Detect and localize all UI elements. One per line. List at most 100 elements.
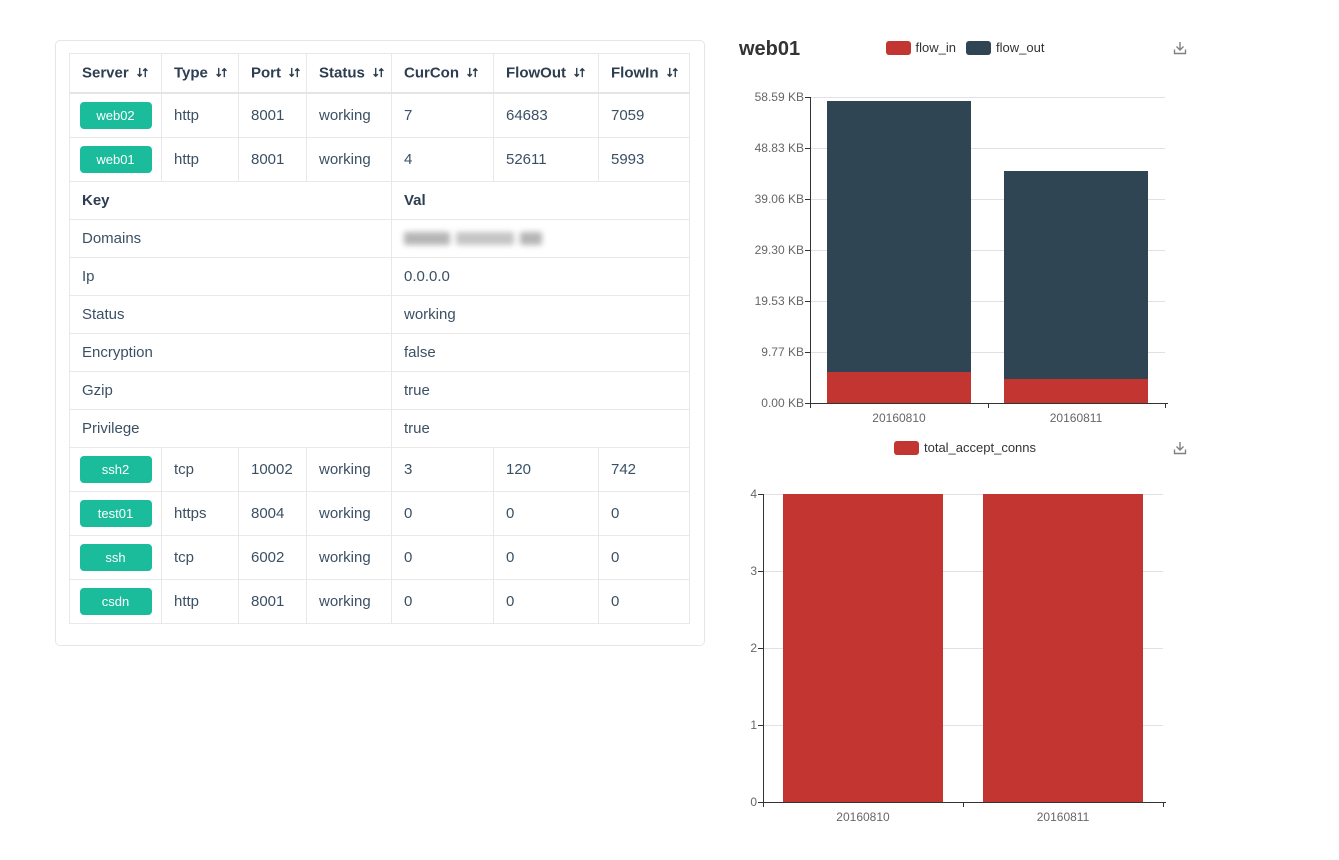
cell-port: 8001 <box>239 137 307 181</box>
cell-flowin: 742 <box>599 447 690 491</box>
cell-status: working <box>307 93 392 138</box>
y-axis-label: 2 <box>730 641 757 655</box>
detail-value: working <box>392 295 690 333</box>
dashboard-page: Server Type Port Status CurCon FlowOut F… <box>0 0 1339 860</box>
detail-val-header: Val <box>392 181 690 219</box>
x-axis-label: 20160811 <box>1016 411 1136 425</box>
redacted-domain-value <box>404 232 542 245</box>
cell-status: working <box>307 491 392 535</box>
detail-row-domains: Domains <box>70 219 690 257</box>
col-header-flowout[interactable]: FlowOut <box>494 54 599 93</box>
y-axis-label: 3 <box>730 564 757 578</box>
col-header-port[interactable]: Port <box>239 54 307 93</box>
detail-row-status: Status working <box>70 295 690 333</box>
sort-icon <box>372 66 385 79</box>
cell-flowin: 0 <box>599 535 690 579</box>
bar-flow_in-20160811[interactable] <box>1004 379 1148 403</box>
detail-row-privilege: Privilege true <box>70 409 690 447</box>
y-axis-label: 0.00 KB <box>730 396 804 410</box>
cell-port: 10002 <box>239 447 307 491</box>
sort-icon <box>215 66 228 79</box>
server-badge[interactable]: test01 <box>80 500 152 527</box>
y-axis-label: 4 <box>730 487 757 501</box>
cell-type: https <box>162 491 239 535</box>
y-axis-label: 39.06 KB <box>730 192 804 206</box>
y-axis-label: 9.77 KB <box>730 345 804 359</box>
col-header-label: Type <box>174 65 208 82</box>
cell-status: working <box>307 535 392 579</box>
server-table: Server Type Port Status CurCon FlowOut F… <box>69 53 690 624</box>
bar-flow_out-20160811[interactable] <box>1004 171 1148 379</box>
gridline <box>810 97 1165 98</box>
detail-key-header: Key <box>70 181 392 219</box>
detail-value: true <box>392 409 690 447</box>
detail-key: Ip <box>70 257 392 295</box>
cell-curcon: 0 <box>392 579 494 623</box>
cell-type: tcp <box>162 447 239 491</box>
server-table-card: Server Type Port Status CurCon FlowOut F… <box>55 40 705 646</box>
y-axis-line <box>810 97 811 404</box>
sort-icon <box>666 66 679 79</box>
bar-flow_in-20160810[interactable] <box>827 372 971 403</box>
server-row-csdn: csdn http 8001 working 0 0 0 <box>70 579 690 623</box>
server-badge[interactable]: web02 <box>80 102 152 129</box>
server-row-ssh2: ssh2 tcp 10002 working 3 120 742 <box>70 447 690 491</box>
cell-port: 6002 <box>239 535 307 579</box>
cell-curcon: 0 <box>392 491 494 535</box>
col-header-server[interactable]: Server <box>70 54 162 93</box>
x-axis-label: 20160811 <box>1003 810 1123 824</box>
y-axis-line <box>763 494 764 803</box>
cell-type: tcp <box>162 535 239 579</box>
flow-chart-web01: web01 flow_in flow_out 58.59 KB48.83 KB3… <box>730 30 1200 440</box>
detail-key: Encryption <box>70 333 392 371</box>
detail-value: true <box>392 371 690 409</box>
detail-value: false <box>392 333 690 371</box>
plot-area: 58.59 KB48.83 KB39.06 KB29.30 KB19.53 KB… <box>730 30 1200 440</box>
server-row-test01: test01 https 8004 working 0 0 0 <box>70 491 690 535</box>
x-axis-tick <box>988 403 989 408</box>
col-header-type[interactable]: Type <box>162 54 239 93</box>
y-axis-label: 1 <box>730 718 757 732</box>
server-badge[interactable]: csdn <box>80 588 152 615</box>
bar-total_accept_conns-20160810[interactable] <box>783 494 943 802</box>
cell-status: working <box>307 137 392 181</box>
x-axis-label: 20160810 <box>803 810 923 824</box>
x-axis-line <box>810 403 1168 404</box>
sort-icon <box>288 66 301 79</box>
detail-row-ip: Ip 0.0.0.0 <box>70 257 690 295</box>
y-axis-label: 19.53 KB <box>730 294 804 308</box>
col-header-curcon[interactable]: CurCon <box>392 54 494 93</box>
server-badge[interactable]: ssh <box>80 544 152 571</box>
total-accept-conns-chart: total_accept_conns 432102016081020160811 <box>730 430 1200 840</box>
x-axis-label: 20160810 <box>839 411 959 425</box>
detail-key: Status <box>70 295 392 333</box>
x-axis-tick <box>763 802 764 807</box>
server-row-web01: web01 http 8001 working 4 52611 5993 <box>70 137 690 181</box>
cell-port: 8001 <box>239 93 307 138</box>
col-header-status[interactable]: Status <box>307 54 392 93</box>
cell-flowout: 52611 <box>494 137 599 181</box>
col-header-label: FlowOut <box>506 65 566 82</box>
detail-value: 0.0.0.0 <box>392 257 690 295</box>
x-axis-tick <box>810 403 811 408</box>
detail-row-gzip: Gzip true <box>70 371 690 409</box>
detail-key: Domains <box>70 219 392 257</box>
col-header-flowin[interactable]: FlowIn <box>599 54 690 93</box>
col-header-label: Port <box>251 65 281 82</box>
col-header-label: FlowIn <box>611 65 659 82</box>
x-axis-tick <box>963 802 964 807</box>
server-badge[interactable]: web01 <box>80 146 152 173</box>
bar-flow_out-20160810[interactable] <box>827 101 971 372</box>
x-axis-tick <box>1163 802 1164 807</box>
x-axis-tick <box>1165 403 1166 408</box>
cell-port: 8004 <box>239 491 307 535</box>
server-badge[interactable]: ssh2 <box>80 456 152 483</box>
bar-total_accept_conns-20160811[interactable] <box>983 494 1143 802</box>
cell-curcon: 4 <box>392 137 494 181</box>
sort-icon <box>466 66 479 79</box>
x-axis-line <box>763 802 1166 803</box>
cell-flowin: 0 <box>599 491 690 535</box>
detail-key: Gzip <box>70 371 392 409</box>
cell-type: http <box>162 137 239 181</box>
col-header-label: Server <box>82 65 129 82</box>
